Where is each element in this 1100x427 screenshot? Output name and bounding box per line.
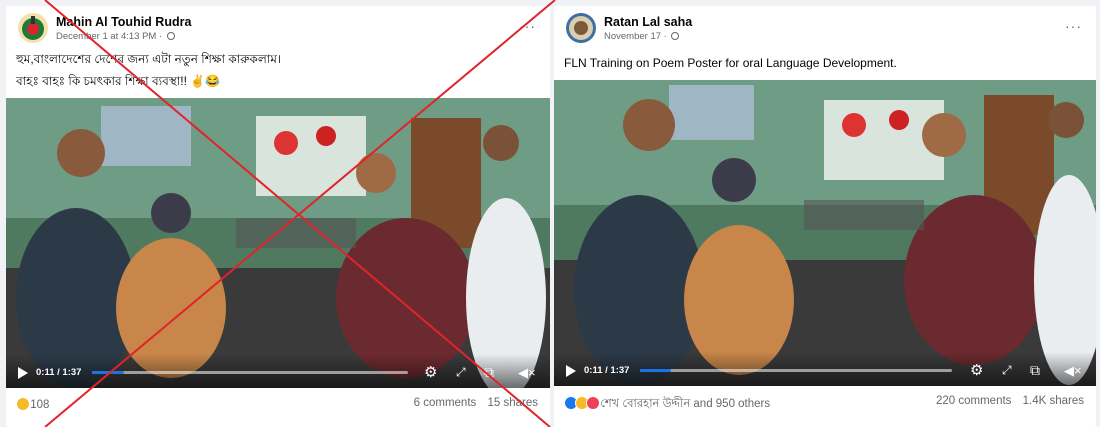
video-controls: 0:11 / 1:37 ⚙ ⤢ ⧉ ◀×	[554, 352, 1096, 386]
author-name[interactable]: Ratan Lal saha	[604, 15, 692, 29]
gear-icon[interactable]: ⚙	[970, 363, 983, 378]
picture-in-picture-icon[interactable]: ⧉	[1030, 363, 1040, 378]
comments-count[interactable]: 220 comments	[936, 395, 1011, 407]
post-stats: 220 comments 1.4K shares	[928, 395, 1084, 407]
video-controls: 0:11 / 1:37 ⚙ ⤢ ⧉ ◀×	[6, 354, 550, 388]
comparison-screenshot: Mahin Al Touhid Rudra December 1 at 4:13…	[0, 0, 1100, 427]
globe-icon	[671, 32, 680, 40]
left-post: Mahin Al Touhid Rudra December 1 at 4:13…	[6, 6, 550, 427]
author-name[interactable]: Mahin Al Touhid Rudra	[56, 15, 191, 29]
more-options-icon[interactable]: ···	[1065, 18, 1082, 34]
shares-count[interactable]: 15 shares	[487, 397, 538, 409]
video-frame	[6, 98, 550, 388]
post-stats: 6 comments 15 shares	[406, 397, 538, 409]
shares-count[interactable]: 1.4K shares	[1023, 395, 1084, 407]
globe-icon	[166, 32, 175, 40]
progress-fill	[92, 371, 124, 374]
expand-icon[interactable]: ⤢	[1002, 363, 1012, 378]
post-text-line-2: বাহঃ বাহঃ কি চমৎকার শিক্ষা ব্যবস্থা!! ✌️…	[16, 74, 221, 88]
right-post: Ratan Lal saha November 17 · ··· FLN Tra…	[554, 6, 1096, 427]
reaction-count: 108	[30, 399, 50, 411]
muted-volume-icon[interactable]: ◀×	[518, 365, 536, 380]
love-reaction-icon	[586, 396, 600, 410]
reaction-text: শেখ বোরহান উদ্দীন and 950 others	[600, 398, 771, 410]
post-header: Mahin Al Touhid Rudra December 1 at 4:13…	[6, 6, 550, 46]
video-time: 0:11 / 1:37	[584, 365, 630, 376]
post-text-line-1: হুম,বাংলাদেশের দেশের জন্য এটা নতুন শিক্ষ…	[16, 52, 282, 66]
picture-in-picture-icon[interactable]: ⧉	[484, 365, 494, 380]
muted-volume-icon[interactable]: ◀×	[1064, 363, 1082, 378]
video-player[interactable]: 0:11 / 1:37 ⚙ ⤢ ⧉ ◀×	[6, 98, 550, 388]
post-date[interactable]: December 1 at 4:13 PM ·	[56, 31, 175, 42]
post-date-text[interactable]: November 17 ·	[604, 31, 669, 42]
post-date[interactable]: November 17 ·	[604, 31, 680, 42]
avatar[interactable]	[566, 13, 596, 43]
progress-bar[interactable]	[640, 369, 952, 372]
more-options-icon[interactable]: ···	[519, 18, 536, 34]
reactions[interactable]: 108	[16, 397, 49, 411]
progress-fill	[640, 369, 672, 372]
avatar[interactable]	[18, 13, 48, 43]
haha-reaction-icon	[16, 397, 30, 411]
play-icon[interactable]	[18, 367, 28, 379]
post-text: FLN Training on Poem Poster for oral Lan…	[564, 56, 897, 70]
video-frame	[554, 80, 1096, 386]
gear-icon[interactable]: ⚙	[424, 365, 437, 380]
video-time: 0:11 / 1:37	[36, 367, 82, 378]
expand-icon[interactable]: ⤢	[456, 365, 466, 380]
post-footer: 108 6 comments 15 shares	[6, 389, 550, 419]
progress-bar[interactable]	[92, 371, 408, 374]
post-footer: শেখ বোরহান উদ্দীন and 950 others 220 com…	[554, 387, 1096, 417]
post-header: Ratan Lal saha November 17 · ···	[554, 6, 1096, 46]
video-player[interactable]: 0:11 / 1:37 ⚙ ⤢ ⧉ ◀×	[554, 80, 1096, 386]
reactions[interactable]: শেখ বোরহান উদ্দীন and 950 others	[564, 395, 770, 414]
comments-count[interactable]: 6 comments	[414, 397, 477, 409]
play-icon[interactable]	[566, 365, 576, 377]
post-date-text[interactable]: December 1 at 4:13 PM ·	[56, 31, 165, 42]
